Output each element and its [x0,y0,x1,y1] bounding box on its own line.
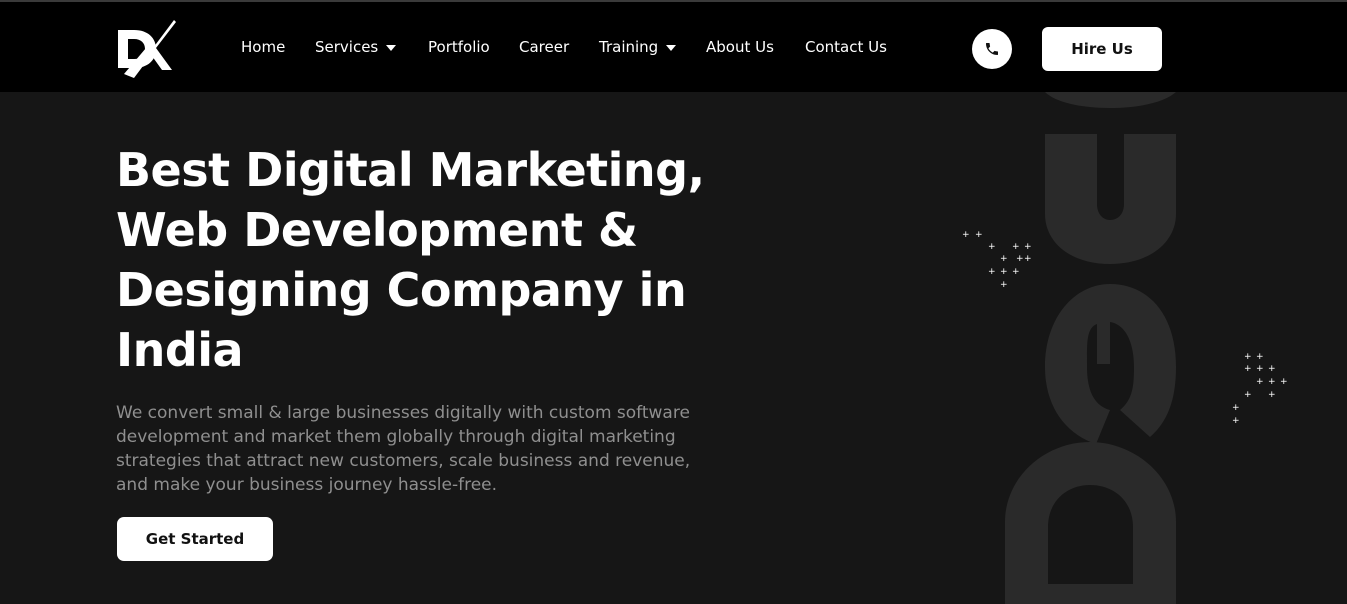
svg-text:+: + [1244,364,1252,374]
svg-text:+: + [1268,390,1276,400]
nav-about-us[interactable]: About Us [706,38,774,56]
svg-text:+: + [1000,280,1008,290]
hire-us-button[interactable]: Hire Us [1042,27,1162,71]
nav-training[interactable]: Training [599,38,677,56]
nav-contact-label: Contact Us [805,38,887,56]
svg-text:+: + [1000,267,1008,277]
chevron-down-icon [666,44,677,51]
get-started-button[interactable]: Get Started [117,517,273,561]
svg-text:+: + [1256,352,1264,362]
svg-text:+: + [1024,242,1032,252]
svg-text:+: + [1232,416,1240,425]
brand-watermark-graphic [1000,92,1220,604]
phone-button[interactable] [972,29,1012,69]
nav-services-label: Services [315,38,379,56]
svg-text:+: + [988,267,996,277]
hero-title: Best Digital Marketing, Web Development … [116,140,736,380]
hero-title-line: Best Digital Marketing, [116,143,705,197]
svg-text:+: + [1012,242,1020,252]
nav-career-label: Career [519,38,570,56]
nav-services[interactable]: Services [315,38,397,56]
svg-text:+: + [1000,254,1008,264]
hero-description: We convert small & large businesses digi… [116,403,691,495]
svg-text:+: + [1256,377,1264,387]
svg-text:+: + [1024,254,1032,264]
svg-text:+: + [1280,377,1288,387]
nav-training-label: Training [599,38,659,56]
svg-text:+: + [975,230,983,240]
chevron-down-icon [386,44,397,51]
hero-title-line: Web Development & [116,203,638,257]
nav-home[interactable]: Home [241,38,285,56]
svg-text:+: + [1244,352,1252,362]
svg-text:+: + [1016,254,1024,264]
svg-text:+: + [1232,403,1240,413]
hero-title-line: Designing Company in [116,263,687,317]
svg-text:+: + [1256,364,1264,374]
sparkle-decoration: + + + + + + + + + + + + [1232,352,1288,425]
svg-text:+: + [1244,390,1252,400]
svg-text:+: + [962,230,970,240]
nav-portfolio-label: Portfolio [428,38,490,56]
dx-logo-icon[interactable] [116,18,178,80]
phone-icon [986,43,998,55]
nav-about-label: About Us [706,38,774,56]
nav-portfolio[interactable]: Portfolio [428,38,490,56]
hero-title-line: India [116,323,244,377]
nav-home-label: Home [241,38,286,56]
svg-text:+: + [1268,377,1276,387]
navbar: Home Services Portfolio Career Training … [0,2,1347,92]
svg-text:+: + [1268,364,1276,374]
sparkle-decoration: + + + + + + + + + + + + [962,230,1032,290]
svg-text:+: + [988,242,996,252]
svg-text:+: + [1012,267,1020,277]
nav-career[interactable]: Career [519,38,569,56]
nav-contact-us[interactable]: Contact Us [805,38,887,56]
